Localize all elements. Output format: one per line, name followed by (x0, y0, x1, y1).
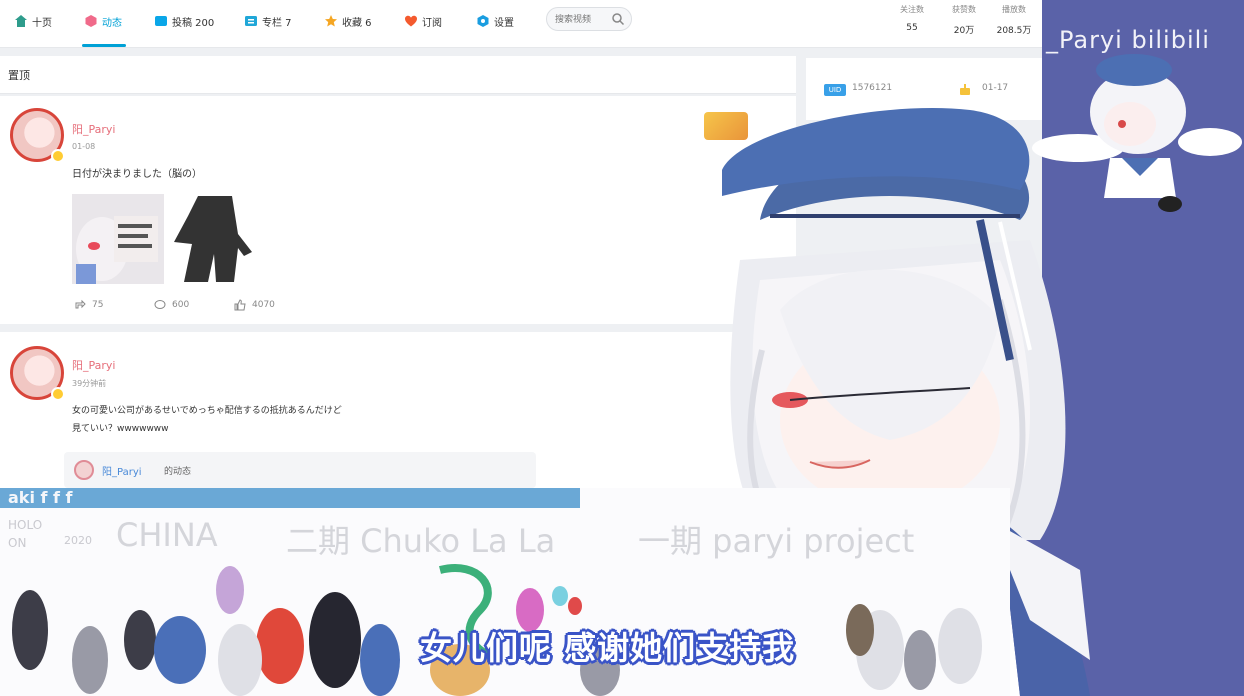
stat-plays-value: 208.5万 (996, 26, 1032, 36)
activity-icon (84, 14, 98, 28)
nav-subscriptions-label: 订阅 (422, 17, 442, 29)
holo-line-1: HOLO (8, 518, 43, 532)
article-icon (244, 14, 258, 28)
nav-articles-label: 专栏 7 (262, 17, 292, 29)
post-time: 39分钟前 (72, 379, 107, 388)
comment-button[interactable]: 600 (154, 299, 189, 311)
profile-stats: 关注数 55 获赞数 20万 播放数 208.5万 (890, 4, 1042, 44)
post-username[interactable]: 阳_Paryi (72, 357, 115, 373)
avatar[interactable] (10, 108, 65, 163)
video-icon (154, 14, 168, 28)
birthday-value: 01-17 (982, 83, 1009, 93)
stat-following[interactable]: 关注数 55 (890, 4, 934, 33)
avatar[interactable] (10, 346, 65, 401)
stat-likes: 获赞数 20万 (942, 4, 986, 36)
uid-tag: UID (824, 84, 846, 96)
repost-username[interactable]: 阳_Paryi (102, 463, 142, 478)
uid-value: 1576121 (852, 83, 893, 93)
video-subtitle: 女儿们呢 感谢她们支持我 (420, 629, 796, 667)
like-icon (234, 299, 246, 311)
birthday-cake-icon (960, 84, 970, 95)
repost-tag: 的动态 (164, 467, 192, 477)
search-icon[interactable] (611, 12, 625, 26)
section-title: 置顶 (8, 69, 30, 82)
verified-badge-icon (51, 149, 65, 163)
post-silhouette-thumbnail[interactable] (168, 194, 258, 284)
post-username[interactable]: 阳_Paryi (72, 121, 115, 137)
post-text-line: 女の可愛い公司があるせいでめっちゃ配信するの抵抗あるんだけど (72, 406, 342, 416)
nav-videos-label: 投稿 200 (172, 17, 215, 29)
nav-subscriptions[interactable]: 订阅 (404, 10, 442, 32)
comment-count: 600 (172, 300, 190, 310)
search-input[interactable] (555, 12, 611, 27)
nav-activity[interactable]: 动态 (84, 10, 122, 32)
post-time: 01-08 (72, 142, 96, 151)
nav-favorites[interactable]: 收藏 6 (324, 10, 372, 32)
nav-home[interactable]: 十页 (14, 10, 52, 32)
repost-count: 75 (92, 300, 104, 310)
like-count: 4070 (252, 300, 275, 310)
nav-activity-label: 动态 (102, 17, 122, 29)
stat-plays-label: 播放数 (1002, 5, 1026, 14)
feed-post: 阳_Paryi 39分钟前 女の可愛い公司があるせいでめっちゃ配信するの抵抗ある… (0, 332, 796, 488)
pinned-section-header: 置顶 (0, 56, 796, 94)
share-icon (75, 299, 86, 309)
post-image-thumbnail[interactable] (72, 194, 164, 284)
stat-likes-value: 20万 (953, 26, 975, 36)
stat-following-value: 55 (906, 23, 918, 33)
home-icon (14, 14, 28, 28)
verified-badge-icon (51, 387, 65, 401)
comment-icon (154, 300, 166, 309)
nav-videos[interactable]: 投稿 200 (154, 10, 214, 32)
poster-header-strip: aki f f f (0, 488, 580, 508)
poster-year: 2020 (64, 534, 92, 547)
stat-following-label: 关注数 (900, 5, 924, 14)
avatar (74, 460, 94, 480)
nav-articles[interactable]: 专栏 7 (244, 10, 292, 32)
feed-post: 阳_Paryi 01-08 日付が決まりました（脳の） 75 600 4070 (0, 96, 796, 324)
like-button[interactable]: 4070 (234, 299, 275, 311)
stat-likes-label: 获赞数 (952, 5, 976, 14)
nav-settings-label: 设置 (494, 17, 514, 29)
poster-heading-china: CHINA (116, 516, 218, 554)
search-box[interactable] (546, 7, 632, 31)
poster-header-text: aki f f f (8, 488, 73, 507)
reposted-content[interactable]: 阳_Paryi 的动态 (64, 452, 536, 488)
post-text: 日付が決まりました（脳の） (72, 169, 202, 180)
heart-icon (404, 14, 418, 28)
settings-icon (476, 14, 490, 28)
top-navigation: 十页 动态 投稿 200 专栏 7 收藏 6 订阅 设置 搜索视频 关注数 55… (0, 0, 1042, 48)
repost-button[interactable]: 75 (74, 299, 103, 311)
post-text-line: 見ていい？wwwwwww (72, 424, 169, 434)
nav-favorites-label: 收藏 6 (342, 17, 372, 29)
holo-label: HOLO ON (8, 516, 42, 552)
active-tab-indicator (82, 44, 126, 47)
nav-settings[interactable]: 设置 (476, 10, 514, 32)
stat-plays: 播放数 208.5万 (992, 4, 1036, 36)
star-icon (324, 14, 338, 28)
nav-home-label: 十页 (32, 17, 52, 29)
